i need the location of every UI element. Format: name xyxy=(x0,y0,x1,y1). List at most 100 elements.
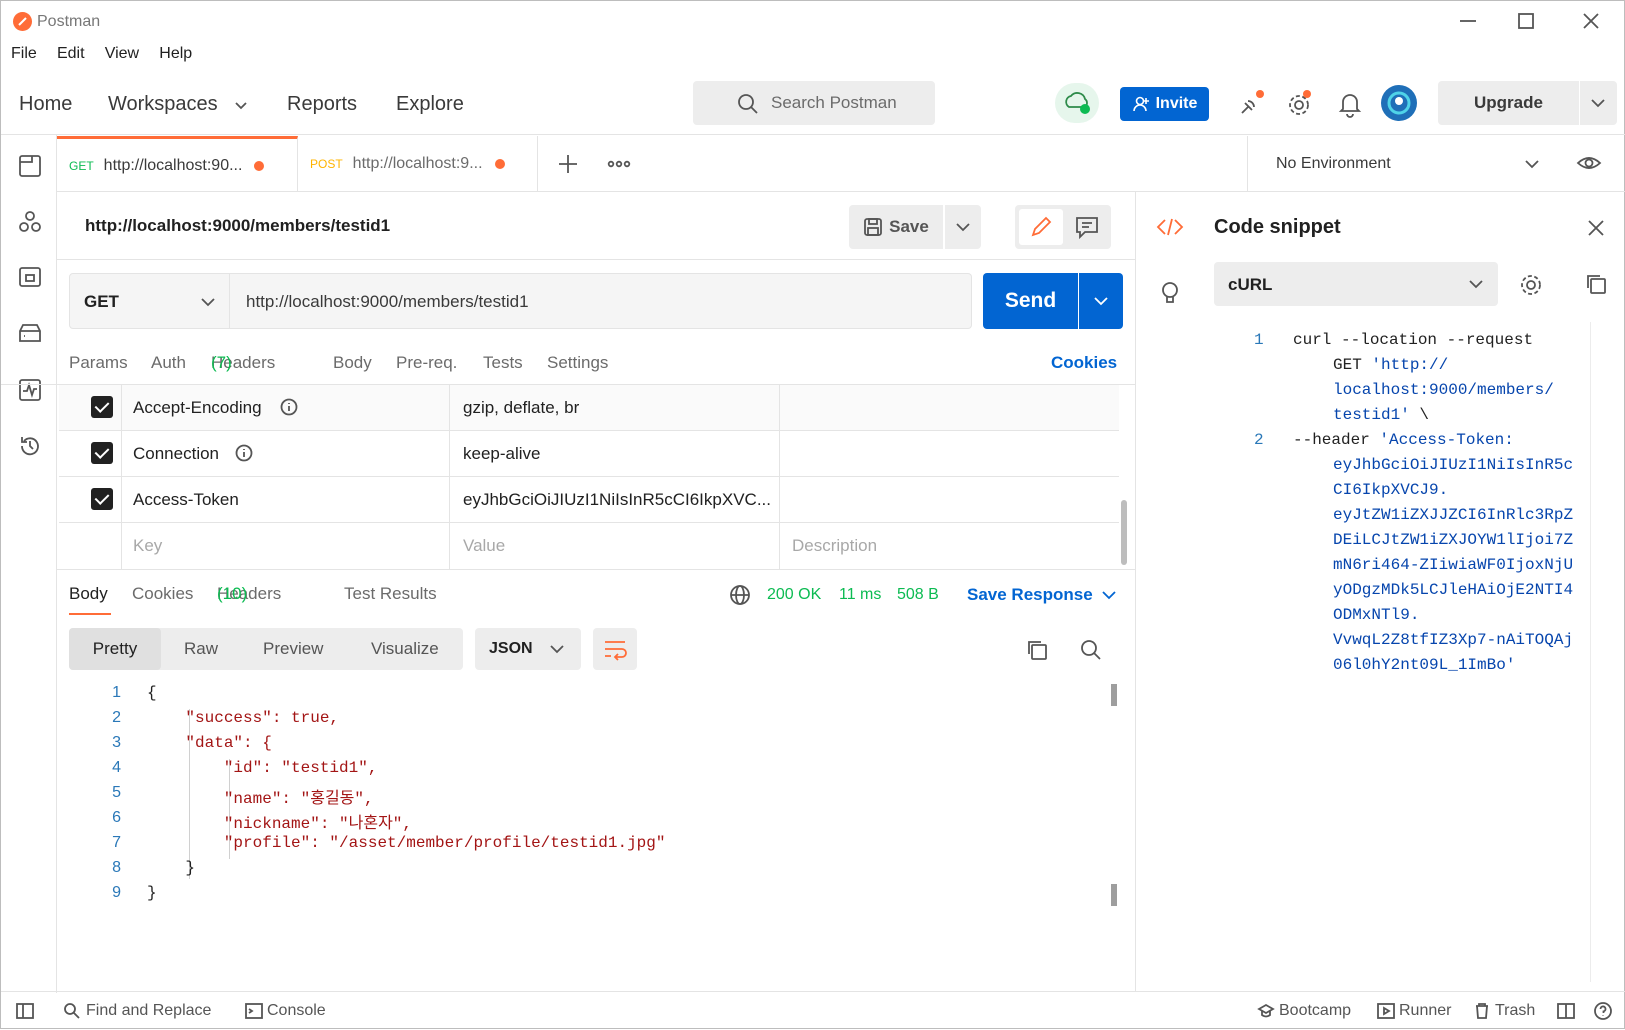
tab-settings[interactable]: Settings xyxy=(547,353,608,373)
copy-icon[interactable] xyxy=(1025,638,1049,662)
response-tab-test-results[interactable]: Test Results xyxy=(344,584,437,604)
header-value[interactable]: gzip, deflate, br xyxy=(463,398,579,418)
close-icon[interactable] xyxy=(1586,218,1606,238)
menu-view[interactable]: View xyxy=(105,45,139,62)
menu-edit[interactable]: Edit xyxy=(57,45,85,62)
snippet-scroll-track[interactable] xyxy=(1590,322,1591,982)
nav-home[interactable]: Home xyxy=(19,93,72,116)
view-preview[interactable]: Preview xyxy=(263,639,323,659)
value-placeholder[interactable]: Value xyxy=(463,536,505,556)
tab-tests[interactable]: Tests xyxy=(483,353,523,373)
maximize-button[interactable] xyxy=(1514,9,1538,33)
bell-icon[interactable] xyxy=(1335,89,1365,119)
nav-explore[interactable]: Explore xyxy=(396,93,464,116)
console-button[interactable]: Console xyxy=(267,1002,326,1020)
header-checkbox[interactable] xyxy=(91,488,113,510)
line-number: 9 xyxy=(112,884,121,901)
editor-scroll-marker[interactable] xyxy=(1111,684,1117,706)
settings-gear-icon[interactable] xyxy=(1518,272,1544,298)
search-icon xyxy=(738,94,758,114)
header-value[interactable]: eyJhbGciOiJIUzI1NiIsInR5cCI6IkpXVC... xyxy=(463,490,771,510)
view-raw[interactable]: Raw xyxy=(184,639,218,659)
trash-button[interactable]: Trash xyxy=(1495,1002,1535,1020)
send-button[interactable]: Send xyxy=(983,273,1078,329)
runner-button[interactable]: Runner xyxy=(1399,1002,1451,1020)
wrap-lines-button[interactable] xyxy=(593,628,637,670)
language-select[interactable]: cURL xyxy=(1214,262,1498,306)
mock-servers-icon[interactable] xyxy=(17,321,43,347)
headers-scrollbar[interactable] xyxy=(1121,500,1127,565)
description-placeholder[interactable]: Description xyxy=(792,536,877,556)
invite-button[interactable]: Invite xyxy=(1120,87,1209,121)
minimize-button[interactable] xyxy=(1456,9,1480,33)
snippet-code[interactable]: 1 curl --location --request GET 'http://… xyxy=(1136,328,1606,688)
lightbulb-icon[interactable] xyxy=(1158,280,1182,306)
header-checkbox[interactable] xyxy=(91,396,113,418)
save-dropdown-button[interactable] xyxy=(945,205,981,249)
nav-workspaces[interactable]: Workspaces xyxy=(108,93,218,116)
method-select[interactable]: GET xyxy=(69,273,230,329)
apis-icon[interactable] xyxy=(17,209,43,235)
two-pane-icon[interactable] xyxy=(1557,1002,1575,1020)
save-response-button[interactable]: Save Response xyxy=(967,585,1093,605)
menu-file[interactable]: File xyxy=(11,45,37,62)
url-input[interactable]: http://localhost:9000/members/testid1 xyxy=(230,273,972,329)
pencil-icon xyxy=(1031,216,1052,237)
response-size[interactable]: 508 B xyxy=(897,586,939,604)
copy-icon[interactable] xyxy=(1584,272,1608,296)
header-key[interactable]: Access-Token xyxy=(133,490,239,510)
tab-get-request[interactable]: GET http://localhost:90... xyxy=(57,136,298,192)
save-button[interactable]: Save xyxy=(849,205,943,249)
bootcamp-button[interactable]: Bootcamp xyxy=(1279,1002,1351,1020)
key-placeholder[interactable]: Key xyxy=(133,536,162,556)
tab-auth[interactable]: Auth xyxy=(151,353,186,373)
eye-icon[interactable] xyxy=(1576,152,1602,174)
collections-icon[interactable] xyxy=(17,153,43,179)
avatar[interactable] xyxy=(1381,85,1417,121)
upgrade-dropdown-button[interactable] xyxy=(1580,81,1617,125)
view-visualize[interactable]: Visualize xyxy=(371,639,439,659)
chevron-down-icon[interactable] xyxy=(1524,156,1540,172)
header-key[interactable]: Accept-Encoding xyxy=(133,398,262,418)
close-window-button[interactable] xyxy=(1579,9,1603,33)
view-pretty[interactable]: Pretty xyxy=(69,628,161,670)
response-time[interactable]: 11 ms xyxy=(839,586,881,604)
nav-reports[interactable]: Reports xyxy=(287,93,357,116)
search-box[interactable]: Search Postman xyxy=(693,81,935,125)
edit-mode-button[interactable] xyxy=(1019,209,1063,245)
code-icon[interactable] xyxy=(1156,216,1184,238)
sidebar-toggle-icon[interactable] xyxy=(15,1001,35,1021)
search-icon[interactable] xyxy=(1079,638,1103,662)
response-tab-cookies[interactable]: Cookies xyxy=(132,584,193,604)
satellite-icon[interactable] xyxy=(1236,89,1266,119)
header-key[interactable]: Connection xyxy=(133,444,219,464)
tab-prereq[interactable]: Pre-req. xyxy=(396,353,457,373)
upgrade-button[interactable]: Upgrade xyxy=(1438,81,1579,125)
tab-post-request[interactable]: POST http://localhost:9... xyxy=(298,136,538,192)
new-tab-plus-icon[interactable] xyxy=(557,153,579,175)
format-select[interactable]: JSON xyxy=(475,628,581,670)
snippet-token-part: DEiLCJtZW1iZXJOYW1lIjoi7Z xyxy=(1333,531,1574,549)
more-tabs-icon[interactable] xyxy=(607,156,631,172)
find-replace-button[interactable]: Find and Replace xyxy=(86,1002,211,1020)
help-icon[interactable] xyxy=(1593,1001,1613,1021)
cloud-sync-icon[interactable] xyxy=(1055,83,1099,123)
menu-help[interactable]: Help xyxy=(159,45,192,62)
cookies-link[interactable]: Cookies xyxy=(1051,353,1117,373)
response-code-editor[interactable]: 1 2 3 4 5 6 7 8 9 { "success": true, "da… xyxy=(57,684,1117,984)
environment-select[interactable]: No Environment xyxy=(1276,155,1391,173)
header-checkbox[interactable] xyxy=(91,442,113,464)
header-value[interactable]: keep-alive xyxy=(463,444,541,464)
response-tab-body[interactable]: Body xyxy=(69,584,108,604)
globe-icon[interactable] xyxy=(729,584,751,606)
snippet-title: Code snippet xyxy=(1214,216,1341,238)
editor-scroll-marker[interactable] xyxy=(1111,884,1117,906)
status-code[interactable]: 200 OK xyxy=(767,586,821,604)
tab-params[interactable]: Params xyxy=(69,353,128,373)
comment-icon[interactable] xyxy=(1073,213,1101,241)
send-dropdown-button[interactable] xyxy=(1079,273,1123,329)
settings-gear-icon[interactable] xyxy=(1285,89,1315,119)
environments-icon[interactable] xyxy=(17,265,43,291)
chevron-down-icon[interactable] xyxy=(1101,587,1117,603)
tab-body[interactable]: Body xyxy=(333,353,372,373)
